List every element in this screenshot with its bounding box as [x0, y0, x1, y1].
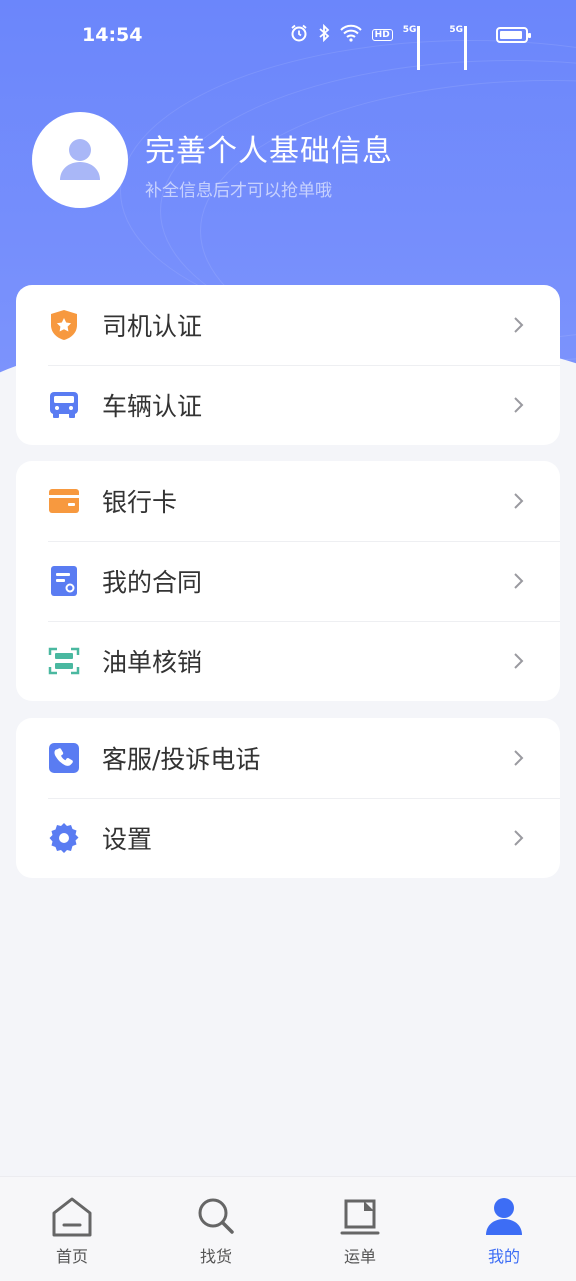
menu-label: 车辆认证	[102, 392, 203, 421]
phone-icon	[48, 742, 80, 774]
chevron-right-icon	[514, 750, 524, 766]
scan-icon	[48, 645, 80, 677]
chevron-right-icon	[514, 493, 524, 509]
chevron-right-icon	[514, 653, 524, 669]
signal-icon-1: 5G	[403, 26, 440, 70]
gear-icon	[48, 822, 80, 854]
alarm-icon	[290, 24, 308, 46]
shield-star-icon	[48, 309, 80, 341]
tab-label: 找货	[199, 1247, 232, 1266]
menu-label: 油单核销	[102, 648, 203, 677]
battery-icon	[496, 27, 531, 43]
card-finance: 银行卡 我的合同 油单核销	[16, 461, 560, 701]
chevron-right-icon	[514, 830, 524, 846]
profile-subtitle: 补全信息后才可以抢单哦	[145, 181, 332, 201]
profile-title[interactable]: 完善个人基础信息	[145, 126, 393, 170]
tab-find-goods[interactable]: 找货	[144, 1177, 288, 1281]
menu-item-contract[interactable]: 我的合同	[16, 541, 560, 621]
hd-badge: HD	[371, 29, 393, 41]
menu-item-customer-service[interactable]: 客服/投诉电话	[16, 718, 560, 798]
home-icon	[52, 1197, 92, 1237]
menu-item-fuel-writeoff[interactable]: 油单核销	[16, 621, 560, 701]
tab-home[interactable]: 首页	[0, 1177, 144, 1281]
user-icon	[486, 1198, 522, 1235]
tab-label: 我的	[487, 1247, 520, 1266]
menu-item-bank-card[interactable]: 银行卡	[16, 461, 560, 541]
menu-item-vehicle-auth[interactable]: 车辆认证	[16, 365, 560, 445]
status-bar: 14:54 HD 5G 5G	[0, 0, 576, 74]
menu-label: 司机认证	[102, 312, 203, 341]
menu-item-settings[interactable]: 设置	[16, 798, 560, 878]
chevron-right-icon	[514, 317, 524, 333]
user-placeholder-icon	[60, 139, 100, 180]
status-time: 14:54	[82, 24, 143, 46]
wifi-icon	[339, 24, 362, 46]
tab-waybill[interactable]: 运单	[288, 1177, 432, 1281]
avatar[interactable]	[32, 112, 128, 208]
waybill-icon	[340, 1199, 380, 1235]
card-certification: 司机认证 车辆认证	[16, 285, 560, 445]
truck-icon	[48, 389, 80, 421]
chevron-right-icon	[514, 573, 524, 589]
chevron-right-icon	[514, 397, 524, 413]
card-support: 客服/投诉电话 设置	[16, 718, 560, 878]
signal-icon-2: 5G	[449, 26, 486, 70]
status-icons: HD 5G 5G	[290, 23, 531, 70]
bottom-tab-bar: 首页 找货 运单 我的	[0, 1176, 576, 1281]
bank-card-icon	[48, 485, 80, 517]
tab-label: 首页	[55, 1247, 88, 1266]
menu-label: 客服/投诉电话	[102, 745, 261, 774]
menu-label: 银行卡	[102, 488, 178, 517]
search-icon	[198, 1198, 234, 1234]
tab-mine[interactable]: 我的	[432, 1177, 576, 1281]
menu-item-driver-auth[interactable]: 司机认证	[16, 285, 560, 365]
contract-icon	[48, 565, 80, 597]
bluetooth-icon	[318, 23, 330, 46]
tab-label: 运单	[343, 1247, 376, 1266]
menu-label: 我的合同	[102, 568, 203, 597]
menu-label: 设置	[102, 825, 153, 854]
